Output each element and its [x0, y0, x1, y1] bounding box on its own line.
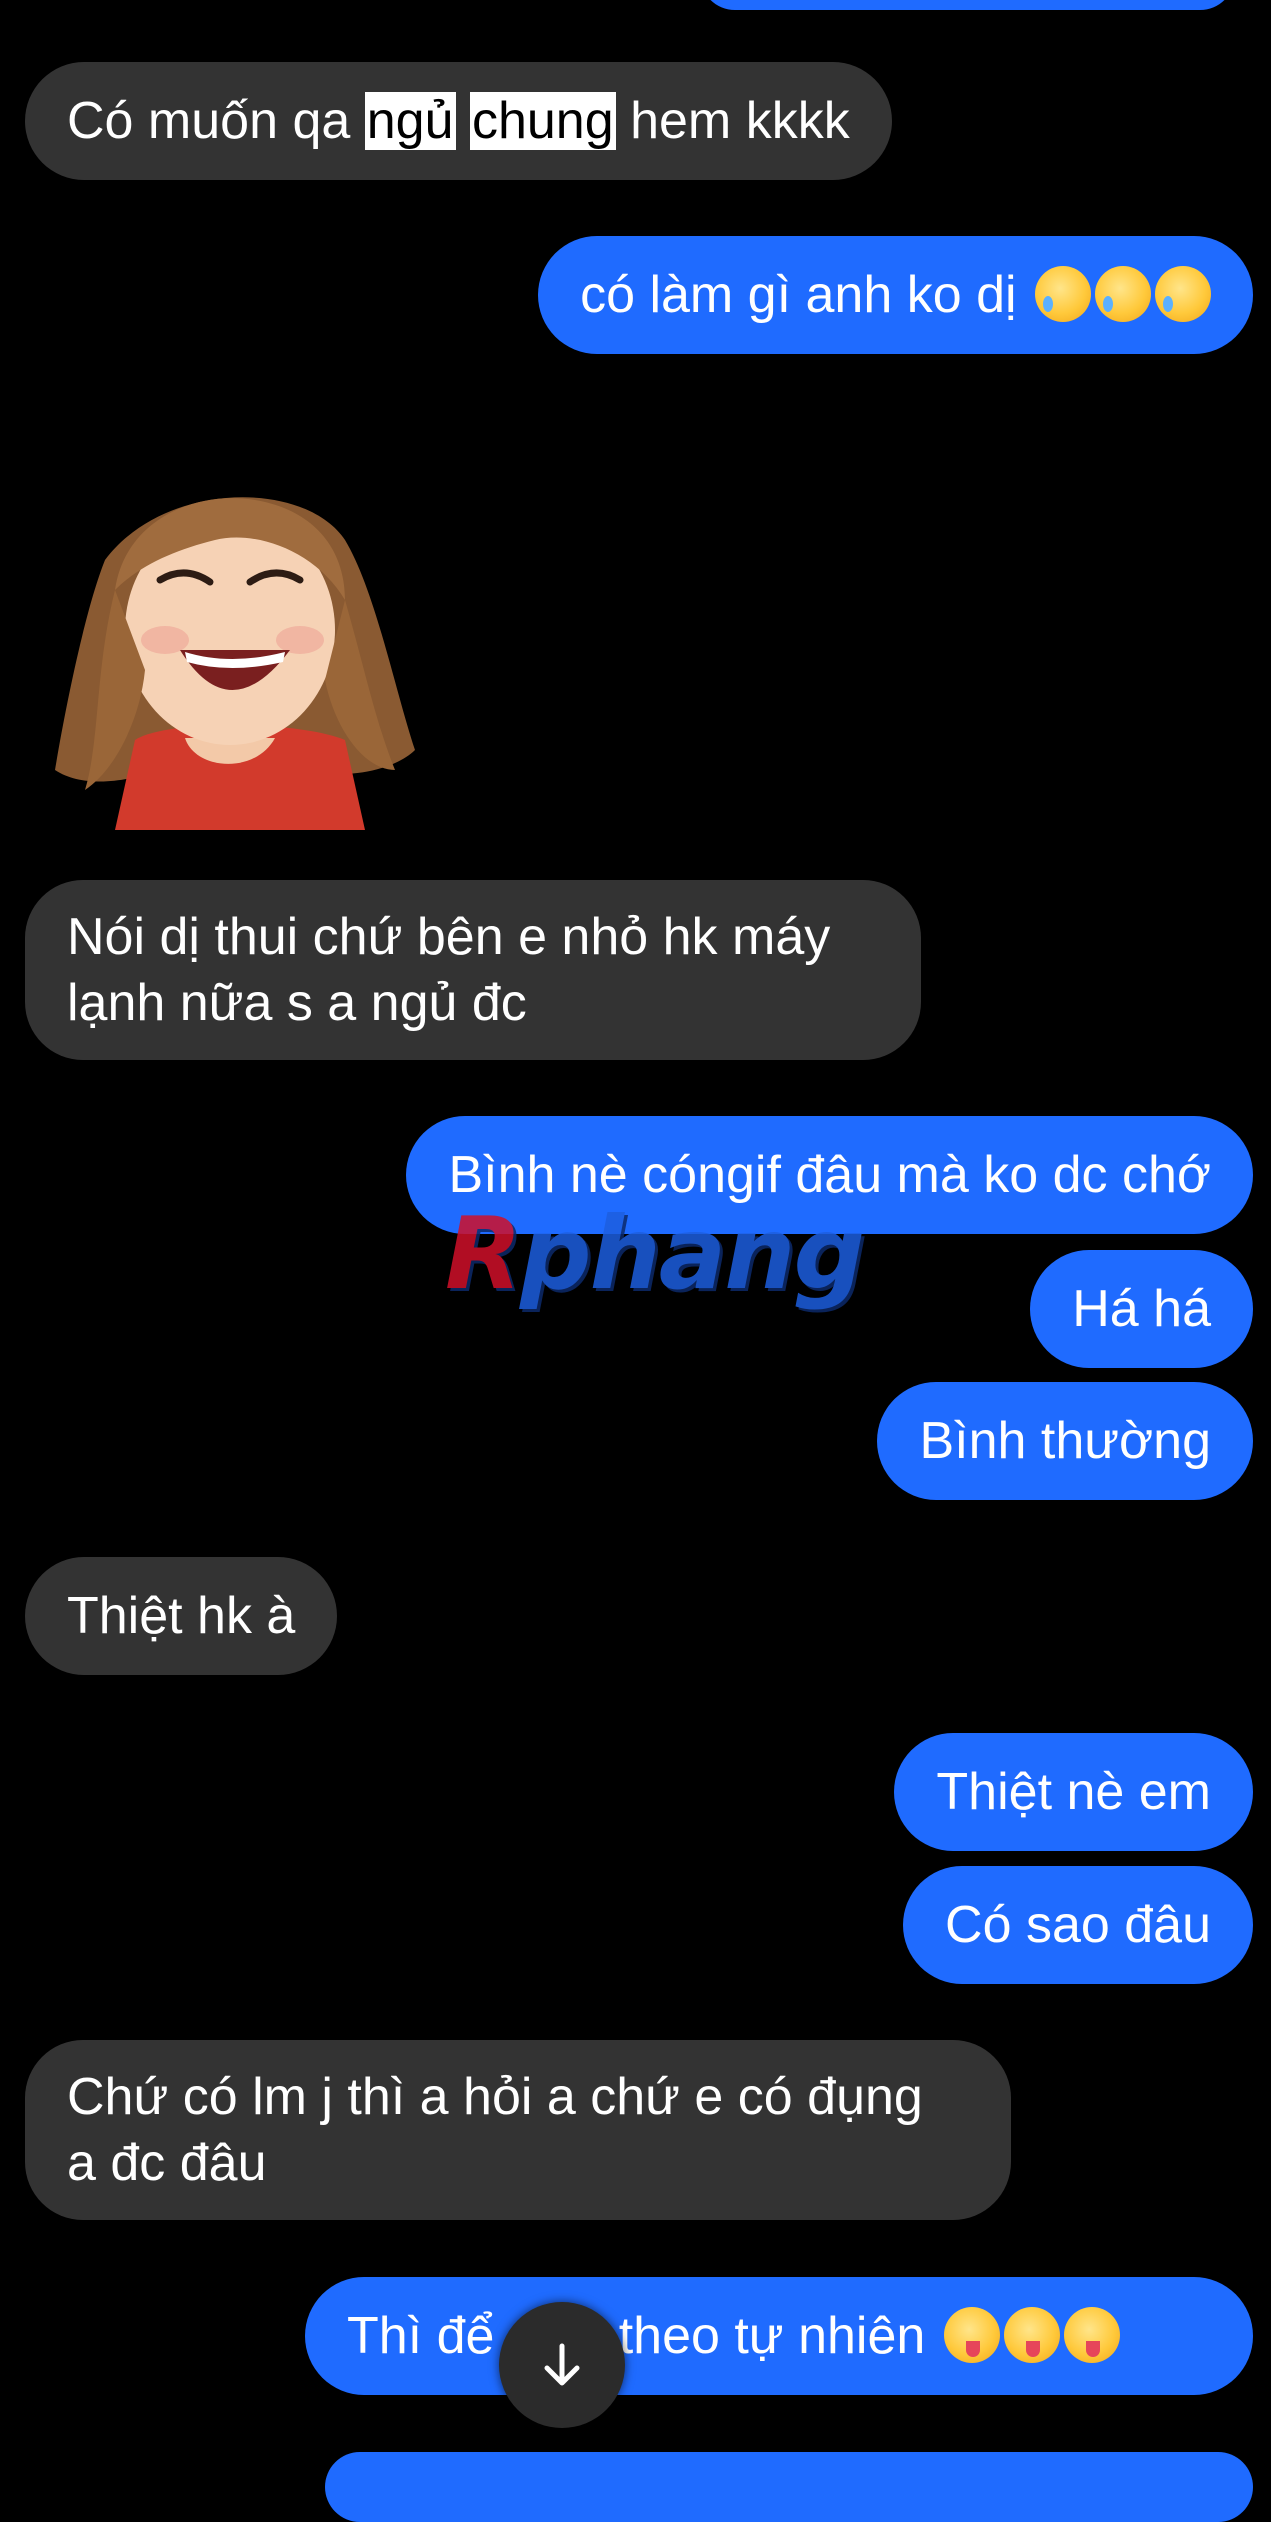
- message-bubble-outgoing[interactable]: Bình thường: [877, 1382, 1253, 1500]
- highlighted-word: ngủ: [364, 92, 456, 150]
- message-text: có làm gì anh ko dị: [580, 266, 1017, 324]
- message-text: Thì để: [347, 2307, 495, 2365]
- left-cheek: [141, 626, 189, 654]
- message-bubble-outgoing-partial-top[interactable]: [700, 0, 1235, 10]
- message-text: Há há: [1072, 1280, 1211, 1338]
- message-bubble-incoming[interactable]: Thiệt hk à: [25, 1557, 338, 1675]
- face-holding-back-tears-icon: [1095, 266, 1151, 322]
- message-text: hem kkkk: [615, 92, 850, 150]
- message-text-line: a đc đâu: [67, 2134, 267, 2192]
- message-bubble-outgoing[interactable]: Há há: [1030, 1250, 1253, 1368]
- message-bubble-incoming[interactable]: Nói dị thui chứ bên e nhỏ hk máy lạnh nữ…: [25, 880, 921, 1060]
- squinting-face-with-tongue-icon: [1063, 2307, 1120, 2363]
- message-bubble-outgoing[interactable]: có làm gì anh ko dị: [538, 236, 1253, 354]
- message-text: Có muốn qa: [67, 92, 365, 150]
- message-text: Có sao đâu: [945, 1896, 1211, 1954]
- message-text: Thiệt nè em: [936, 1763, 1211, 1821]
- arrow-down-icon: [544, 2343, 580, 2386]
- message-bubble-outgoing[interactable]: Bình nè cóngif đâu mà ko dc chớ: [406, 1116, 1253, 1234]
- message-text: Bình nè cóngif đâu mà ko dc chớ: [448, 1146, 1211, 1204]
- squinting-face-with-tongue-icon: [943, 2307, 1000, 2363]
- face-holding-back-tears-icon: [1155, 266, 1211, 322]
- message-text-line: Chứ có lm j thì a hỏi a chứ e có đụng: [67, 2068, 923, 2126]
- message-text-line: lạnh nữa s a ngủ đc: [67, 974, 527, 1032]
- face-holding-back-tears-icon: [1035, 266, 1091, 322]
- message-bubble-incoming[interactable]: Có muốn qa ngủ chung hem kkkk: [25, 62, 892, 180]
- squinting-face-with-tongue-icon: [1003, 2307, 1060, 2363]
- message-text: Bình thường: [919, 1412, 1211, 1470]
- message-text-space: [456, 92, 470, 150]
- message-bubble-outgoing-partial-bottom[interactable]: [325, 2452, 1253, 2522]
- highlighted-word: chung: [469, 92, 616, 150]
- right-cheek: [276, 626, 324, 654]
- message-text-line: Nói dị thui chứ bên e nhỏ hk máy: [67, 908, 831, 966]
- laughing-avatar-sticker[interactable]: [45, 470, 420, 830]
- message-bubble-outgoing[interactable]: Có sao đâu: [903, 1866, 1253, 1984]
- message-bubble-incoming[interactable]: Chứ có lm j thì a hỏi a chứ e có đụng a …: [25, 2040, 1011, 2220]
- message-text: Thiệt hk à: [67, 1587, 296, 1645]
- message-bubble-outgoing[interactable]: Thiệt nè em: [894, 1733, 1253, 1851]
- message-bubble-outgoing[interactable]: Thì để ên theo tự nhiên: [305, 2277, 1253, 2395]
- scroll-to-bottom-button[interactable]: [499, 2302, 625, 2428]
